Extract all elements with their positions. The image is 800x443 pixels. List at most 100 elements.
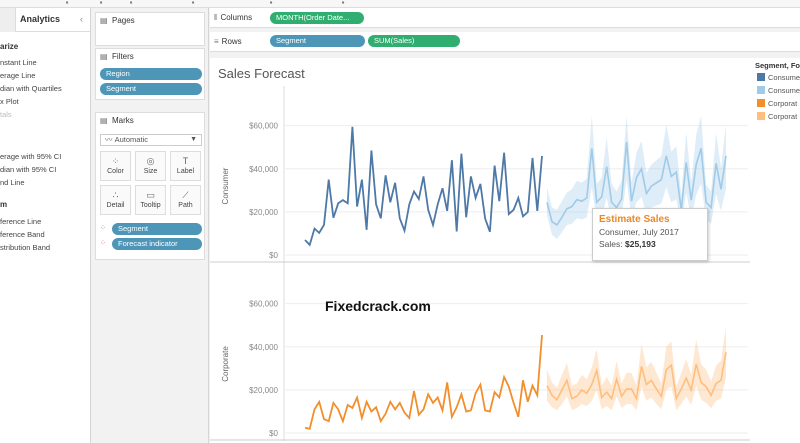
analytics-pane: Analytics ‹ arize m nstant Line erage Line d… [0,8,91,443]
analytics-item[interactable]: dian with Quartiles [0,84,62,93]
pages-title-row: ▤ Pages [96,13,204,29]
marks-field-forecast[interactable]: Forecast indicator [112,238,202,250]
rows-pill-segment[interactable]: Segment [270,35,365,47]
pages-card: ▤ Pages [95,12,205,46]
analytics-item[interactable]: dian with 95% CI [0,165,56,174]
analytics-section-heading: m [0,200,8,209]
legend-title: Segment, Fo [755,61,800,70]
label-label: Label [176,168,195,175]
watermark: Fixedcrack.com [325,298,431,314]
y-tick-label: $40,000 [249,165,278,174]
rows-pill-sales[interactable]: SUM(Sales) [368,35,460,47]
legend-swatch [757,86,765,94]
y-tick-label: $40,000 [249,343,278,352]
line-icon: 〰 [105,135,115,144]
sheet-title: Sales Forecast [218,66,305,81]
legend-label: Consume [768,86,800,95]
pane-tabs: Analytics ‹ [0,8,90,32]
columns-label-text: Columns [220,13,253,22]
legend-label: Corporat [768,112,798,121]
color-icon: ⁘ [111,156,120,166]
analytics-section-heading: arize [0,42,19,51]
marks-field-segment[interactable]: Segment [112,223,202,235]
y-tick-label: $60,000 [249,122,278,131]
pages-title: Pages [112,16,135,25]
tooltip-popup: Estimate Sales Consumer, July 2017 Sales… [592,208,708,261]
forecast-chart[interactable]: $60,000 $40,000 $20,000 $0 Consumer $60,000 $4… [210,86,750,441]
tooltip-sales: Sales: $25,193 [599,239,701,249]
size-button[interactable]: ◎ Size [135,151,166,181]
filter-pill-region[interactable]: Region [100,68,202,80]
path-button[interactable]: ⟋ Path [170,185,201,215]
chevron-left-icon[interactable]: ‹ [80,14,83,24]
legend-item[interactable]: Corporat [757,99,797,108]
rows-icon: ≡ [214,37,219,46]
size-icon: ◎ [146,156,155,166]
row-label: Corporate [221,346,230,382]
detail-button[interactable]: ∴ Detail [100,185,131,215]
tooltip-label: Tooltip [140,202,161,209]
rows-shelf: ≡ Rows Segment SUM(Sales) [210,32,800,52]
view-area: Sales Forecast $60,000 $40,000 $20,000 $0 Co… [210,58,800,443]
mark-type-dropdown[interactable]: 〰 Automatic ▼ [100,134,202,146]
y-tick-label: $20,000 [249,208,278,217]
mark-type-value: Automatic [114,135,148,144]
tooltip-sales-value: $25,193 [625,239,656,249]
analytics-item[interactable]: ference Band [0,230,45,239]
legend-label: Consume [768,73,800,82]
toolbar: ▪ ▪ ▪ ▪ ▪ ▪ [0,0,800,8]
analytics-item[interactable]: erage with 95% CI [0,152,61,161]
path-label: Path [178,202,193,209]
detail-icon: ∴ [112,190,119,200]
color-button[interactable]: ⁘ Color [100,151,131,181]
legend-item[interactable]: Corporat [757,112,797,121]
toolbar-icon[interactable]: ▪ [338,0,348,7]
legend-swatch [757,73,765,81]
tooltip-button[interactable]: ▭ Tooltip [135,185,166,215]
toolbar-icon[interactable]: ▪ [266,0,276,7]
columns-pill-month[interactable]: MONTH(Order Date... [270,12,364,24]
analytics-item[interactable]: x Plot [0,97,19,106]
analytics-item[interactable]: nd Line [0,178,25,187]
marks-icon: ▤ [100,116,108,125]
filter-pill-segment[interactable]: Segment [100,83,202,95]
tooltip-icon: ▭ [146,190,155,200]
legend-label: Corporat [768,99,798,108]
tooltip-line: Consumer, July 2017 [599,227,679,237]
chevron-down-icon: ▼ [190,136,197,143]
legend-swatch [757,99,765,107]
row-label: Consumer [221,167,230,204]
color-label: Color [107,168,124,175]
columns-label: ⦀ Columns [214,13,252,23]
legend-swatch [757,112,765,120]
color-dots-icon: ⁘ [100,240,106,247]
toolbar-icon[interactable]: ▪ [126,0,136,7]
tooltip-title: Estimate Sales [599,214,670,225]
filters-card: ▤ Filters Region Segment [95,48,205,100]
y-tick-label: $60,000 [249,300,278,309]
marks-title-row: ▤ Marks [96,113,204,129]
y-tick-label: $0 [269,429,278,438]
size-label: Size [143,168,158,175]
path-icon: ⟋ [182,190,189,200]
y-tick-label: $20,000 [249,386,278,395]
label-button[interactable]: T Label [170,151,201,181]
analytics-item[interactable]: nstant Line [0,58,37,67]
analytics-item[interactable]: stribution Band [0,243,50,252]
toolbar-icon[interactable]: ▪ [62,0,72,7]
legend-item[interactable]: Consume [757,73,800,82]
filters-title: Filters [112,52,134,61]
analytics-item[interactable]: tals [0,110,12,119]
actual-series-line [304,126,543,247]
rows-label: ≡ Rows [214,37,242,46]
toolbar-icon[interactable]: ▪ [188,0,198,7]
toolbar-icon[interactable]: ▪ [96,0,106,7]
data-tab[interactable] [0,8,16,32]
legend-item[interactable]: Consume [757,86,800,95]
text-icon: T [182,156,189,166]
marks-card: ▤ Marks 〰 Automatic ▼ ⁘ Color ◎ Size T Label … [95,112,205,260]
analytics-item[interactable]: erage Line [0,71,35,80]
analytics-tab[interactable]: Analytics [20,14,60,24]
analytics-item[interactable]: ference Line [0,217,41,226]
detail-label: Detail [106,202,125,209]
